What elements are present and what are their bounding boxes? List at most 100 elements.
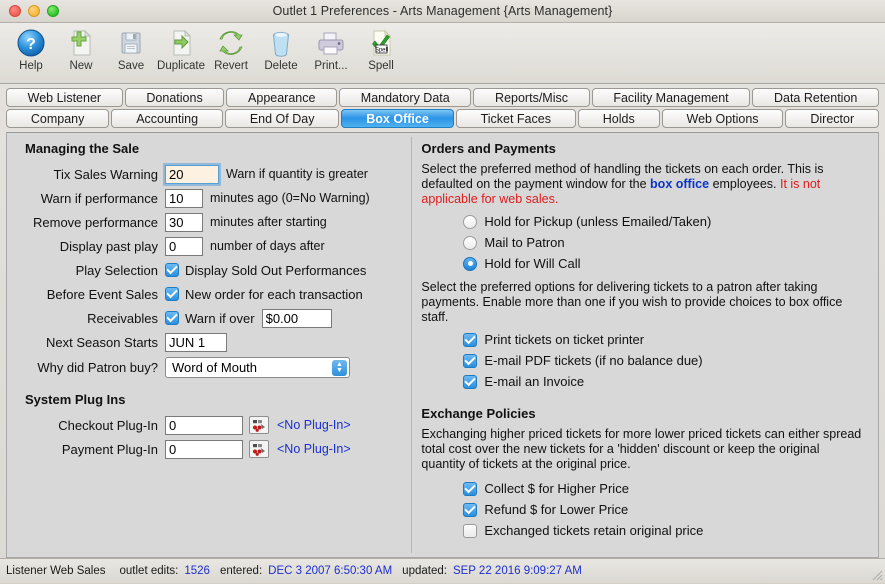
box-office-panel: Managing the Sale Tix Sales Warning Warn… [6,132,879,558]
spell-button[interactable]: Spell Spell [356,25,406,72]
save-button[interactable]: Save [106,25,156,72]
duplicate-button[interactable]: Duplicate [156,25,206,72]
tab-company[interactable]: Company [6,109,109,128]
status-entered-value: DEC 3 2007 6:50:30 AM [268,565,392,577]
hold-for-will-call-option[interactable]: Hold for Will Call [421,253,866,274]
system-plug-ins-heading: System Plug Ins [25,392,411,407]
before-event-sales-label: Before Event Sales [17,287,165,302]
tix-sales-warning-row: Tix Sales Warning Warn if quantity is gr… [17,162,411,186]
title-bar: Outlet 1 Preferences - Arts Management {… [0,0,885,23]
status-entered-label: entered: [220,565,262,577]
tab-row-2: Company Accounting End Of Day Box Office… [6,109,879,128]
email-pdf-tickets-option[interactable]: E-mail PDF tickets (if no balance due) [421,350,866,371]
display-sold-out-checkbox[interactable] [165,263,179,277]
revert-button-label: Revert [214,60,248,72]
print-tickets-checkbox[interactable] [463,333,477,347]
hold-for-will-call-label: Hold for Will Call [484,256,580,271]
print-button-label: Print... [314,60,347,72]
svg-text:Spell: Spell [375,48,388,54]
checkout-plug-in-input[interactable] [165,416,243,435]
mail-to-patron-label: Mail to Patron [484,235,564,250]
receivables-row: Receivables Warn if over [17,306,411,330]
revert-button[interactable]: Revert [206,25,256,72]
payment-plug-in-input[interactable] [165,440,243,459]
chevron-up-down-icon[interactable]: ▲▼ [332,360,347,376]
display-sold-out-label: Display Sold Out Performances [185,263,366,278]
hold-for-pickup-option[interactable]: Hold for Pickup (unless Emailed/Taken) [421,211,866,232]
status-edits-value: 1526 [184,565,210,577]
play-selection-label: Play Selection [17,263,165,278]
next-season-starts-row: Next Season Starts [17,330,411,354]
warn-if-over-checkbox[interactable] [165,311,179,325]
tab-row-1: Web Listener Donations Appearance Mandat… [6,88,879,107]
status-window-name: Listener Web Sales [6,565,106,577]
hold-for-will-call-radio[interactable] [463,257,477,271]
close-button[interactable] [9,5,21,17]
preferences-window: Outlet 1 Preferences - Arts Management {… [0,0,885,583]
payment-plug-in-label: Payment Plug-In [17,442,165,457]
tab-data-retention[interactable]: Data Retention [752,88,879,107]
tab-bar: Web Listener Donations Appearance Mandat… [0,84,885,130]
warn-if-performance-input[interactable] [165,189,203,208]
spell-button-label: Spell [368,60,394,72]
collect-higher-price-label: Collect $ for Higher Price [484,481,629,496]
tab-accounting[interactable]: Accounting [111,109,223,128]
collect-higher-price-option[interactable]: Collect $ for Higher Price [421,478,866,499]
why-did-patron-buy-select[interactable]: Word of Mouth ▲▼ [165,357,350,378]
payment-plug-in-picker-icon[interactable] [249,440,269,458]
tab-holds[interactable]: Holds [578,109,660,128]
managing-the-sale-heading: Managing the Sale [25,141,411,156]
tab-appearance[interactable]: Appearance [226,88,337,107]
why-did-patron-buy-label: Why did Patron buy? [17,360,165,375]
tab-mandatory-data[interactable]: Mandatory Data [339,88,471,107]
collect-higher-price-checkbox[interactable] [463,482,477,496]
tab-ticket-faces[interactable]: Ticket Faces [456,109,576,128]
retain-original-price-label: Exchanged tickets retain original price [484,523,703,538]
display-past-play-label: Display past play [17,239,165,254]
orders-description-part2: employees. [709,177,780,191]
tab-donations[interactable]: Donations [125,88,225,107]
right-column: Orders and Payments Select the preferred… [411,133,878,557]
new-order-each-transaction-checkbox[interactable] [165,287,179,301]
print-button[interactable]: Print... [306,25,356,72]
display-past-play-row: Display past play number of days after [17,234,411,258]
minimize-button[interactable] [28,5,40,17]
remove-performance-input[interactable] [165,213,203,232]
next-season-starts-input[interactable] [165,333,227,352]
email-invoice-checkbox[interactable] [463,375,477,389]
trash-icon [266,27,296,59]
receivables-amount-input[interactable] [262,309,332,328]
tab-box-office[interactable]: Box Office [341,109,453,128]
tix-sales-warning-input[interactable] [165,165,219,184]
exchange-policies-description: Exchanging higher priced tickets for mor… [421,427,866,472]
checkout-plug-in-row: Checkout Plug-In <No Plug-In> [17,413,411,437]
display-past-play-input[interactable] [165,237,203,256]
delete-button[interactable]: Delete [256,25,306,72]
email-invoice-option[interactable]: E-mail an Invoice [421,371,866,392]
revert-refresh-icon [216,27,246,59]
print-tickets-option[interactable]: Print tickets on ticket printer [421,329,866,350]
tab-facility-management[interactable]: Facility Management [592,88,751,107]
resize-grip-icon[interactable] [869,567,883,581]
tab-web-options[interactable]: Web Options [662,109,784,128]
new-button[interactable]: New [56,25,106,72]
warn-if-performance-row: Warn if performance minutes ago (0=No Wa… [17,186,411,210]
email-pdf-tickets-checkbox[interactable] [463,354,477,368]
mail-to-patron-option[interactable]: Mail to Patron [421,232,866,253]
retain-original-price-checkbox[interactable] [463,524,477,538]
maximize-button[interactable] [47,5,59,17]
status-edits-label: outlet edits: [120,565,179,577]
help-button[interactable]: ? Help [6,25,56,72]
refund-lower-price-checkbox[interactable] [463,503,477,517]
payment-plug-in-status: <No Plug-In> [277,442,351,456]
tab-web-listener[interactable]: Web Listener [6,88,123,107]
retain-original-price-option[interactable]: Exchanged tickets retain original price [421,520,866,541]
tab-director[interactable]: Director [785,109,879,128]
exchange-policies-heading: Exchange Policies [421,406,866,421]
mail-to-patron-radio[interactable] [463,236,477,250]
tab-reports-misc[interactable]: Reports/Misc [473,88,589,107]
refund-lower-price-option[interactable]: Refund $ for Lower Price [421,499,866,520]
hold-for-pickup-radio[interactable] [463,215,477,229]
tab-end-of-day[interactable]: End Of Day [225,109,339,128]
checkout-plug-in-picker-icon[interactable] [249,416,269,434]
